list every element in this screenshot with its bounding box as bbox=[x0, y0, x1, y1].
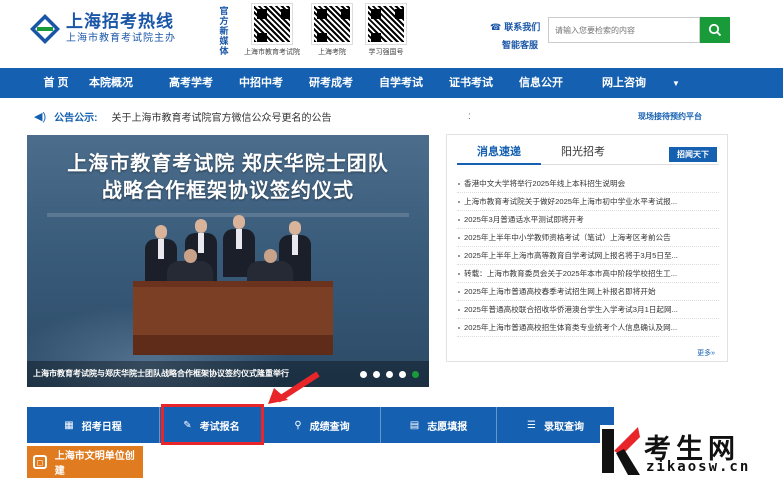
badge-icon: ◻ bbox=[33, 455, 47, 469]
notice-bar: ◀) 公告公示: 关于上海市教育考试院官方微信公众号更名的公告 : 现场接待预约… bbox=[34, 108, 754, 124]
news-item[interactable]: 2025年上半年中小学教师资格考试（笔试）上海考区考前公告 bbox=[457, 229, 719, 247]
nav-zikao[interactable]: 自学考试 bbox=[366, 68, 436, 98]
notice-text[interactable]: 关于上海市教育考试院官方微信公众号更名的公告 bbox=[111, 109, 331, 124]
carousel-dot[interactable] bbox=[399, 371, 406, 378]
news-item[interactable]: 转载：上海市教育委员会关于2025年本市高中阶段学校招生工... bbox=[457, 265, 719, 283]
k-logo-icon bbox=[602, 427, 640, 475]
site-header: 上海招考热线 上海市教育考试院主办 官方新媒体 上海市教育考试院 上海考院 学习… bbox=[0, 0, 783, 66]
quick-admission-query[interactable]: ☰ 录取查询 bbox=[497, 407, 614, 443]
phone-icon: ☎ bbox=[490, 22, 502, 32]
nav-gaokao[interactable]: 高考学考 bbox=[156, 68, 226, 98]
highlight-box bbox=[161, 404, 264, 445]
logo-title: 上海招考热线 bbox=[66, 12, 174, 31]
more-link[interactable]: 更多» bbox=[697, 348, 715, 358]
carousel-dot[interactable] bbox=[360, 371, 367, 378]
news-item[interactable]: 2025年上半年上海市高等教育自学考试网上报名将于3月5日至... bbox=[457, 247, 719, 265]
signing-table bbox=[133, 281, 333, 355]
tab-sunshine-admission[interactable]: 阳光招考 bbox=[541, 141, 625, 165]
nav-disclosure[interactable]: 信息公开 bbox=[506, 68, 576, 98]
tab-news-express[interactable]: 消息速递 bbox=[457, 141, 541, 165]
carousel-dot-active[interactable] bbox=[412, 371, 419, 378]
search-input[interactable] bbox=[548, 17, 700, 43]
qr-code-xuexi[interactable]: 学习强国号 bbox=[365, 3, 407, 57]
banner-carousel[interactable]: 上海市教育考试院 郑庆华院士团队 战略合作框架协议签约仪式 上海市教育考试院与郑… bbox=[27, 135, 429, 387]
main-nav: 首 页 本院概况 高考学考 中招中考 研考成考 自学考试 证书考试 信息公开 网… bbox=[0, 68, 783, 98]
search-bar bbox=[548, 17, 730, 43]
news-item[interactable]: 2025年3月普通话水平测试即将开考 bbox=[457, 211, 719, 229]
search-button[interactable] bbox=[700, 17, 730, 43]
nav-consult[interactable]: 网上咨询 bbox=[584, 68, 664, 98]
qr-code-wechat[interactable]: 上海市教育考试院 bbox=[244, 3, 300, 57]
civil-unit-button[interactable]: ◻ 上海市文明单位创建 bbox=[27, 446, 143, 478]
carousel-dot[interactable] bbox=[373, 371, 380, 378]
official-media-label: 官方新媒体 bbox=[219, 6, 229, 56]
news-item[interactable]: 2025年上海市普通高校春季考试招生网上补报名即将开始 bbox=[457, 283, 719, 301]
notice-label: 公告公示: bbox=[54, 112, 98, 124]
watermark: 考生网 zikaosw.cn bbox=[600, 425, 783, 481]
quick-links-bar: ▦ 招考日程 ✎ 考试报名 ⚲ 成绩查询 ▤ 志愿填报 ☰ 录取查询 bbox=[27, 407, 614, 443]
news-item[interactable]: 香港中文大学将举行2025年线上本科招生说明会 bbox=[457, 175, 719, 193]
nav-about[interactable]: 本院概况 bbox=[86, 68, 136, 98]
qr-code-kaoyuan[interactable]: 上海考院 bbox=[311, 3, 353, 57]
contact-area: ☎ 联系我们 智能客服 bbox=[490, 17, 540, 55]
quick-score-query[interactable]: ⚲ 成绩查询 bbox=[264, 407, 381, 443]
qr-label: 学习强国号 bbox=[368, 49, 404, 56]
search-icon bbox=[708, 23, 722, 37]
qr-code-icon bbox=[311, 3, 353, 45]
speaker-icon: ◀) bbox=[34, 110, 47, 123]
list-icon: ☰ bbox=[527, 419, 536, 431]
calendar-icon: ▦ bbox=[64, 419, 74, 431]
nav-certificate[interactable]: 证书考试 bbox=[436, 68, 506, 98]
site-logo[interactable]: 上海招考热线 上海市教育考试院主办 bbox=[28, 12, 176, 46]
banner-title: 上海市教育考试院 郑庆华院士团队 战略合作框架协议签约仪式 bbox=[67, 153, 389, 202]
news-world-button[interactable]: 招闻天下 bbox=[669, 147, 717, 162]
nav-yankao[interactable]: 研考成考 bbox=[296, 68, 366, 98]
notice-separator: : bbox=[468, 110, 471, 122]
logo-emblem-icon bbox=[28, 12, 62, 46]
smart-service-link[interactable]: 智能客服 bbox=[490, 35, 540, 55]
red-arrow-icon bbox=[268, 371, 320, 404]
quick-exam-schedule[interactable]: ▦ 招考日程 bbox=[27, 407, 160, 443]
qr-code-icon bbox=[251, 3, 293, 45]
carousel-dots bbox=[360, 371, 419, 378]
news-item[interactable]: 上海市教育考试院关于做好2025年上海市初中学业水平考试报... bbox=[457, 193, 719, 211]
news-list: 香港中文大学将举行2025年线上本科招生说明会 上海市教育考试院关于做好2025… bbox=[457, 175, 719, 337]
qr-label: 上海市教育考试院 bbox=[244, 49, 300, 56]
form-icon: ▤ bbox=[409, 419, 420, 431]
carousel-dot[interactable] bbox=[386, 371, 393, 378]
news-item[interactable]: 2025年普通高校联合招收华侨港澳台学生入学考试3月1日起网... bbox=[457, 301, 719, 319]
watermark-url: zikaosw.cn bbox=[646, 459, 751, 475]
news-item[interactable]: 2025年上海市普通高校招生体育类专业统考个人信息确认及网... bbox=[457, 319, 719, 337]
qr-code-icon bbox=[365, 3, 407, 45]
news-panel: 消息速递 阳光招考 招闻天下 香港中文大学将举行2025年线上本科招生说明会 上… bbox=[446, 134, 728, 362]
reception-booking-link[interactable]: 现场接待预约平台 bbox=[638, 111, 702, 122]
quick-volunteer-fill[interactable]: ▤ 志愿填报 bbox=[381, 407, 497, 443]
nav-zhongkao[interactable]: 中招中考 bbox=[226, 68, 296, 98]
contact-us-link[interactable]: ☎ 联系我们 bbox=[490, 17, 540, 37]
logo-subtitle: 上海市教育考试院主办 bbox=[66, 33, 176, 44]
qr-label: 上海考院 bbox=[318, 49, 346, 56]
search-icon: ⚲ bbox=[294, 419, 302, 431]
caret-down-icon[interactable]: ▼ bbox=[672, 79, 680, 88]
